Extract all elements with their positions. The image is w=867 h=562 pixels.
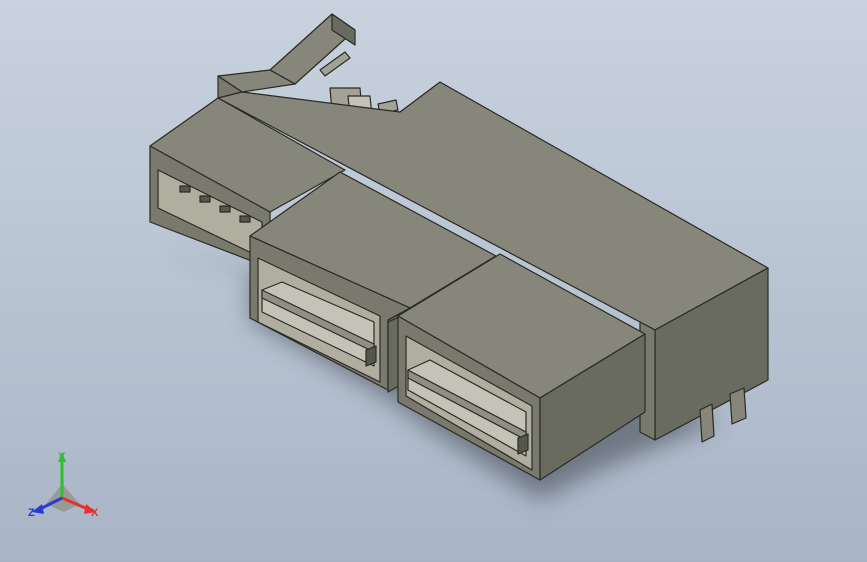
connector-3d-model[interactable] (0, 0, 867, 562)
graphics-viewport[interactable]: Y X Z (0, 0, 867, 562)
axis-triad: Y X Z (28, 451, 99, 519)
z-axis-label: Z (28, 507, 35, 519)
x-axis-label: X (91, 507, 99, 519)
y-axis-label: Y (58, 451, 66, 463)
